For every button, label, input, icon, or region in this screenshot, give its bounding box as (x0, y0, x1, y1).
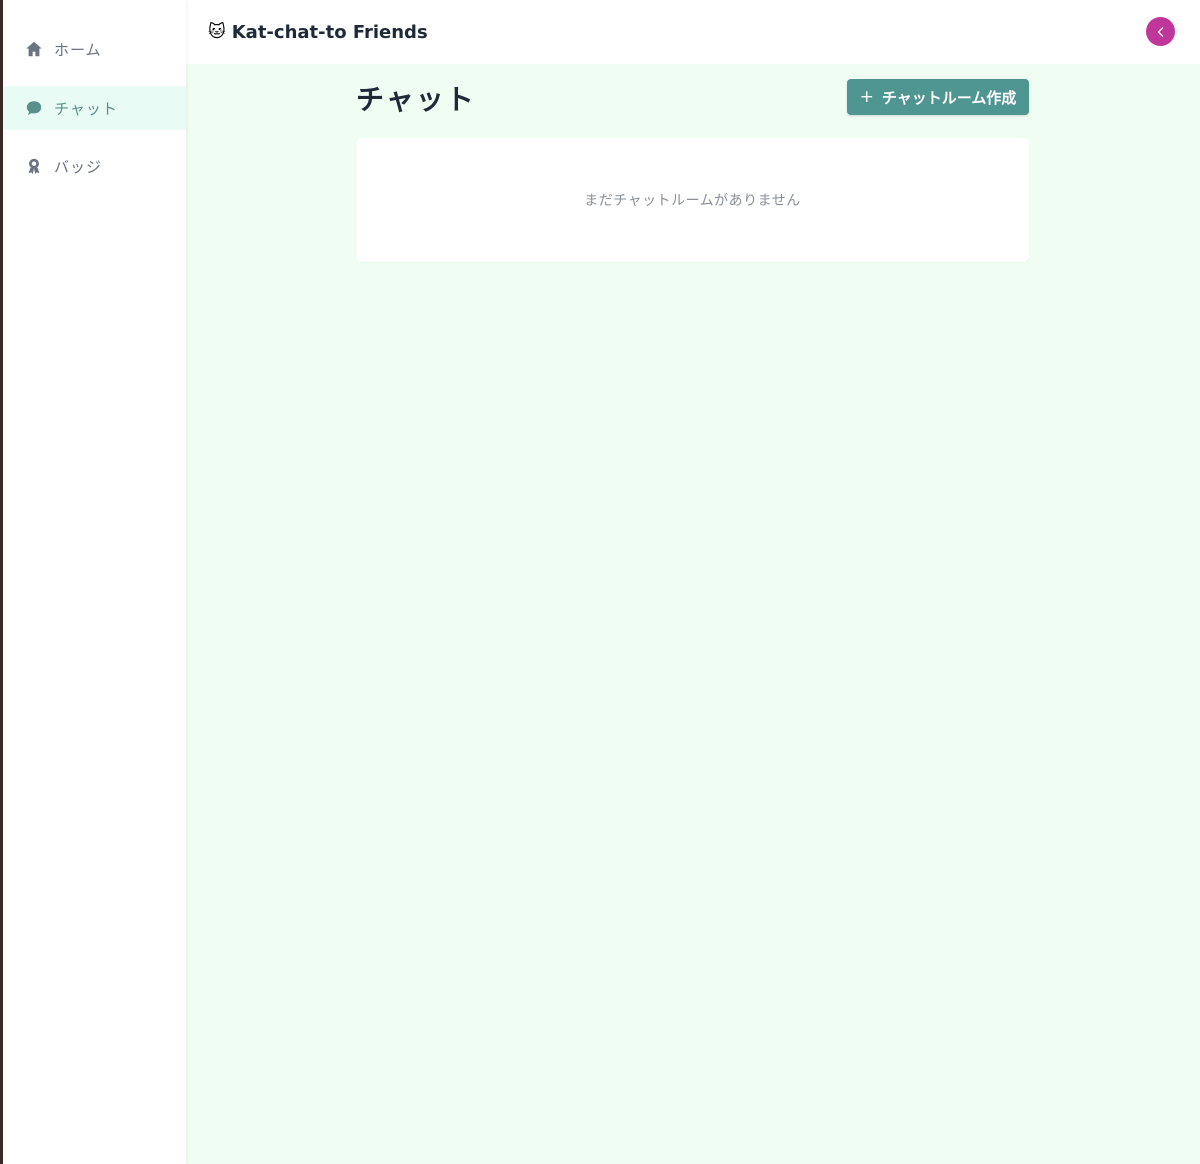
plus-icon: + (859, 87, 874, 107)
app-window: ホーム チャット バッジ 🐱 Kat-chat-to Friends チャット … (3, 0, 1200, 1164)
sidebar-item-label: ホーム (54, 40, 102, 59)
collapse-button[interactable] (1146, 17, 1175, 46)
sidebar: ホーム チャット バッジ (3, 0, 186, 1164)
chevron-left-icon (1155, 26, 1167, 38)
badge-icon (24, 156, 44, 176)
chat-room-list-empty: まだチャットルームがありません (356, 138, 1029, 262)
chat-bubble-icon (24, 98, 44, 118)
home-icon (24, 39, 44, 59)
create-chat-room-button[interactable]: + チャットルーム作成 (847, 79, 1029, 115)
create-chat-room-label: チャットルーム作成 (881, 88, 1017, 107)
sidebar-item-chat[interactable]: チャット (3, 86, 186, 130)
page-title: チャット (356, 83, 476, 116)
sidebar-item-home[interactable]: ホーム (3, 27, 186, 71)
sidebar-item-label: バッジ (54, 157, 103, 176)
empty-message: まだチャットルームがありません (584, 193, 801, 209)
app-title: Kat-chat-to Friends (231, 21, 428, 43)
cat-icon: 🐱 (208, 22, 226, 42)
sidebar-item-label: チャット (54, 99, 118, 118)
app-header: 🐱 Kat-chat-to Friends (186, 0, 1200, 64)
sidebar-item-badge[interactable]: バッジ (3, 144, 186, 188)
